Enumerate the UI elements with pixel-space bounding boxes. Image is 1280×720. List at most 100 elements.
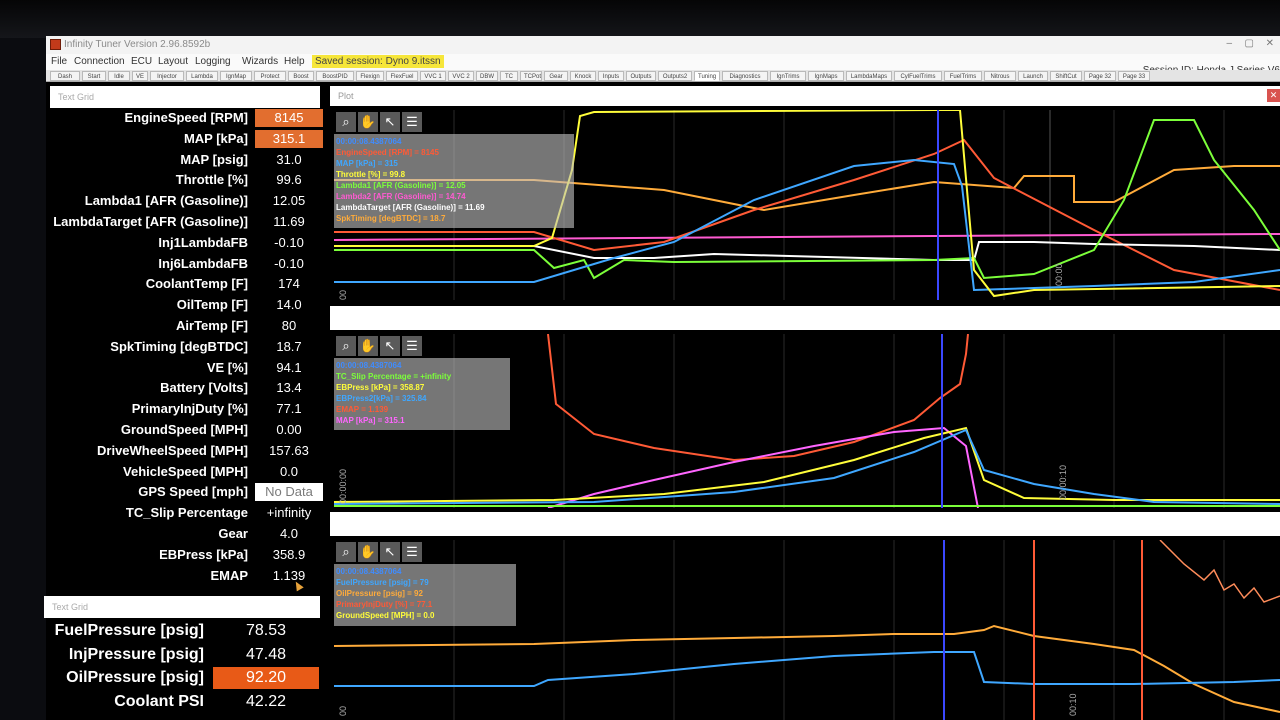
grid-row[interactable]: SpkTiming [degBTDC] 18.7 <box>50 337 324 357</box>
tab-flexfuel[interactable]: FlexFuel <box>386 71 418 81</box>
tab-idle[interactable]: Idle <box>108 71 130 81</box>
tab-diagnostics[interactable]: Diagnostics <box>722 71 768 81</box>
grid-row[interactable]: DriveWheelSpeed [MPH] 157.63 <box>50 441 324 461</box>
plot-divider[interactable] <box>330 306 1280 330</box>
grid-row[interactable]: Battery [Volts] 13.4 <box>50 378 324 398</box>
tab-nitrous[interactable]: Nitrous <box>984 71 1016 81</box>
close-icon[interactable]: ✕ <box>1266 38 1274 49</box>
legend-entry: Lambda2 [AFR (Gasoline)] = 14.74 <box>336 192 466 201</box>
tab-gear[interactable]: Gear <box>544 71 568 81</box>
menu-layout[interactable]: Layout <box>158 56 188 67</box>
menu-bar: File Connection ECU Layout Logging Wizar… <box>46 54 1280 76</box>
list-icon[interactable]: ☰ <box>402 336 422 356</box>
menu-ecu[interactable]: ECU <box>131 56 152 67</box>
list-icon[interactable]: ☰ <box>402 542 422 562</box>
tab-knock[interactable]: Knock <box>570 71 596 81</box>
hand-icon[interactable]: ✋ <box>358 336 378 356</box>
tab-tcpot[interactable]: TCPot <box>520 71 542 81</box>
grid-row-value: 94.1 <box>276 359 302 375</box>
plot-panel-2[interactable]: ⌕ ✋ ↖ ☰ 00:00:08.4387064 TC_Slip Percenta… <box>334 334 1280 508</box>
tab-outputs[interactable]: Outputs <box>626 71 656 81</box>
magnifier-icon[interactable]: ⌕ <box>336 336 356 356</box>
grid-row-value: 4.0 <box>279 526 299 541</box>
magnifier-icon[interactable]: ⌕ <box>336 112 356 132</box>
tab-outputs2[interactable]: Outputs2 <box>658 71 692 81</box>
tab-ve[interactable]: VE <box>132 71 148 81</box>
grid-row[interactable]: PrimaryInjDuty [%] 77.1 <box>50 399 324 419</box>
tab-cylfueltrims[interactable]: CylFuelTrims <box>894 71 942 81</box>
grid-row[interactable]: GPS Speed [mph] No Data <box>50 482 324 502</box>
plot-close-icon[interactable]: ✕ <box>1267 89 1280 102</box>
tab-boost[interactable]: Boost <box>288 71 314 81</box>
tab-ignmap[interactable]: IgnMap <box>220 71 252 81</box>
grid-row-label: EBPress [kPa] <box>159 546 248 562</box>
grid-row[interactable]: CoolantTemp [F] 174 <box>50 274 324 294</box>
grid2-row[interactable]: OilPressure [psig] 92.20 <box>46 667 320 689</box>
maximize-icon[interactable]: ▢ <box>1245 38 1254 49</box>
plot-panel-1[interactable]: ⌕ ✋ ↖ ☰ 00:00:08.4387064 EngineSpeed [RPM… <box>334 110 1280 300</box>
grid-row[interactable]: AirTemp [F] 80 <box>50 316 324 336</box>
grid2-row-value: 42.22 <box>245 692 287 710</box>
menu-connection[interactable]: Connection <box>74 56 125 67</box>
tab-vvc-1[interactable]: VVC 1 <box>420 71 446 81</box>
grid-row-value: 80 <box>281 318 297 333</box>
legend-entry: 00:00:08.4387064 <box>336 361 402 370</box>
grid-row[interactable]: VE [%] 94.1 <box>50 358 324 378</box>
grid2-row[interactable]: FuelPressure [psig] 78.53 <box>46 620 320 642</box>
hand-icon[interactable]: ✋ <box>358 112 378 132</box>
grid-row[interactable]: TC_Slip Percentage +infinity <box>50 503 324 523</box>
list-icon[interactable]: ☰ <box>402 112 422 132</box>
tab-igntrims[interactable]: IgnTrims <box>770 71 806 81</box>
tab-dbw[interactable]: DBW <box>476 71 498 81</box>
grid-row[interactable]: GroundSpeed [MPH] 0.00 <box>50 420 324 440</box>
grid-row[interactable]: MAP [psig] 31.0 <box>50 150 324 170</box>
cursor-icon[interactable]: ↖ <box>380 542 400 562</box>
tab-lambda[interactable]: Lambda <box>186 71 218 81</box>
tab-vvc-2[interactable]: VVC 2 <box>448 71 474 81</box>
grid-row[interactable]: Inj6LambdaFB -0.10 <box>50 254 324 274</box>
grid-row[interactable]: Gear 4.0 <box>50 524 324 544</box>
grid-row[interactable]: MAP [kPa] 315.1 <box>50 129 324 149</box>
tab-start[interactable]: Start <box>82 71 106 81</box>
grid-row[interactable]: EngineSpeed [RPM] 8145 <box>50 108 324 128</box>
plot-divider[interactable] <box>330 512 1280 536</box>
menu-logging[interactable]: Logging <box>195 56 231 67</box>
tab-shiftcut[interactable]: ShiftCut <box>1050 71 1082 81</box>
menu-file[interactable]: File <box>51 56 67 67</box>
grid2-row[interactable]: InjPressure [psig] 47.48 <box>46 644 320 666</box>
tab-tuning[interactable]: Tuning <box>694 71 720 81</box>
tab-injector[interactable]: Injector <box>150 71 184 81</box>
tab-page-32[interactable]: Page 32 <box>1084 71 1116 81</box>
menu-help[interactable]: Help <box>284 56 305 67</box>
grid-row[interactable]: OilTemp [F] 14.0 <box>50 295 324 315</box>
infinity-tuner-window: Infinity Tuner Version 2.96.8592b – ▢ ✕ … <box>44 36 1280 720</box>
tab-fueltrims[interactable]: FuelTrims <box>944 71 982 81</box>
tab-ignmaps[interactable]: IgnMaps <box>808 71 844 81</box>
tab-lambdamaps[interactable]: LambdaMaps <box>846 71 892 81</box>
grid-row[interactable]: VehicleSpeed [MPH] 0.0 <box>50 462 324 482</box>
tab-flexign[interactable]: Flexign <box>356 71 384 81</box>
cursor-icon[interactable]: ↖ <box>380 336 400 356</box>
minimize-icon[interactable]: – <box>1226 38 1232 49</box>
tab-inputs[interactable]: Inputs <box>598 71 624 81</box>
grid-row[interactable]: Inj1LambdaFB -0.10 <box>50 233 324 253</box>
tab-protect[interactable]: Protect <box>254 71 286 81</box>
grid-row[interactable]: LambdaTarget [AFR (Gasoline)] 11.69 <box>50 212 324 232</box>
grid-row[interactable]: EBPress [kPa] 358.9 <box>50 545 324 565</box>
grid2-row[interactable]: Coolant PSI 42.22 <box>46 691 320 713</box>
menu-wizards[interactable]: Wizards <box>242 56 278 67</box>
hand-icon[interactable]: ✋ <box>358 542 378 562</box>
grid-row[interactable]: Lambda1 [AFR (Gasoline)] 12.05 <box>50 191 324 211</box>
grid-row[interactable]: EMAP 1.139 <box>50 566 324 586</box>
tab-launch[interactable]: Launch <box>1018 71 1048 81</box>
tab-boostpid[interactable]: BoostPID <box>316 71 354 81</box>
legend-entry: Lambda1 [AFR (Gasoline)] = 12.05 <box>336 181 466 190</box>
tab-tc[interactable]: TC <box>500 71 518 81</box>
tab-page-33[interactable]: Page 33 <box>1118 71 1150 81</box>
grid-row[interactable]: Throttle [%] 99.6 <box>50 170 324 190</box>
grid-row-value: 18.7 <box>276 338 302 354</box>
plot-panel-3[interactable]: ⌕ ✋ ↖ ☰ 00:00:08.4387064 FuelPressure [ps… <box>334 540 1280 720</box>
tab-dash[interactable]: Dash <box>50 71 80 81</box>
magnifier-icon[interactable]: ⌕ <box>336 542 356 562</box>
cursor-icon[interactable]: ↖ <box>380 112 400 132</box>
